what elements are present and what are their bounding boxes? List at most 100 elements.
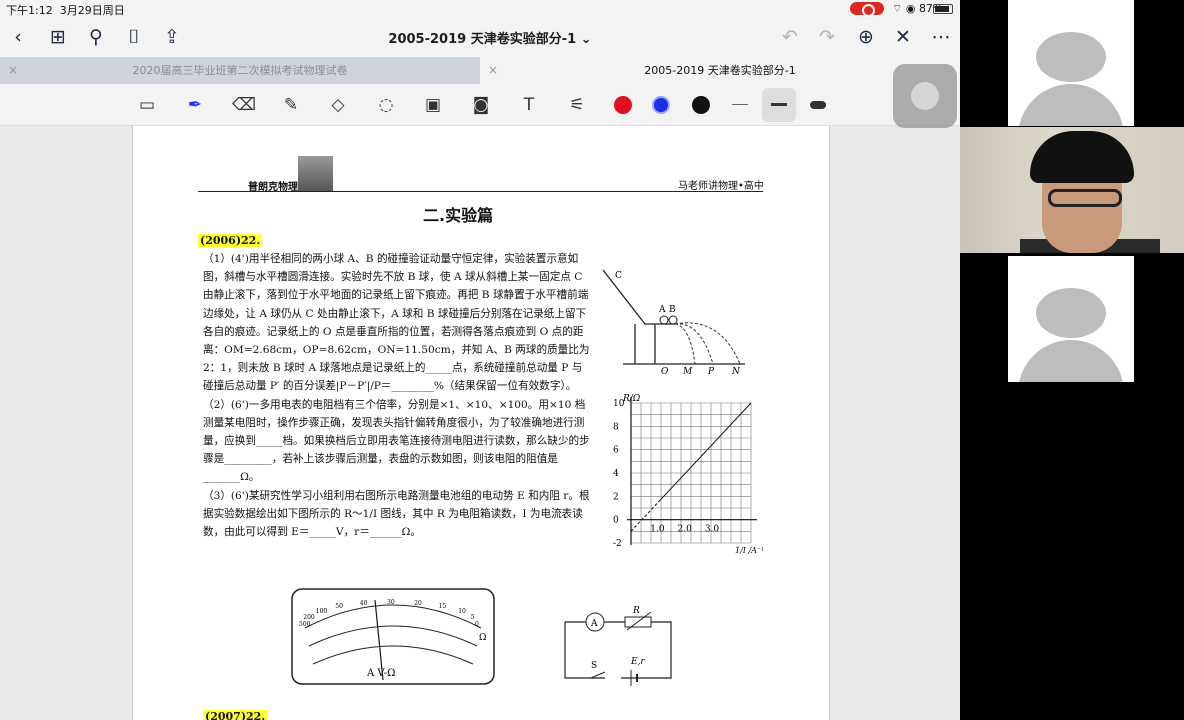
pen-icon[interactable]: ✒ (184, 94, 206, 116)
circuit-diagram-figure: A R S E,r (564, 606, 672, 686)
question-text: （1）(4')用半径相同的两小球 A、B 的碰撞验证动量守恒定律，实验装置示意如… (203, 250, 591, 541)
y-tick-label: 0 (613, 516, 619, 526)
participant-tile-1[interactable] (960, 0, 1184, 126)
chart-axes (627, 397, 757, 545)
tab-label: 2005-2019 天津卷实验部分-1 (644, 64, 796, 77)
label-c: C (615, 271, 622, 281)
year-label-2006: (2006)22. (198, 234, 263, 247)
year-label-2007: (2007)22. (203, 710, 268, 720)
image-icon[interactable]: ▣ (422, 94, 444, 116)
document-title[interactable]: 2005-2019 天津卷实验部分-1 ⌄ (380, 28, 600, 47)
camera-person-hair (1030, 131, 1134, 183)
text-icon[interactable]: T (518, 94, 540, 116)
add-page-icon[interactable]: ⊕ (854, 25, 878, 49)
chart-grid (630, 402, 752, 544)
dial-scale-label: 30 (387, 599, 395, 606)
tab-close-icon[interactable]: × (8, 57, 18, 84)
label-p: P (707, 367, 715, 376)
collision-apparatus-figure: C A B O M P N (602, 269, 745, 376)
redo-icon[interactable]: ↷ (815, 25, 839, 49)
participant-tile-2[interactable] (960, 256, 1184, 382)
y-tick-label: -2 (613, 539, 622, 549)
label-m: M (682, 367, 693, 376)
more-icon[interactable]: ⋯ (929, 25, 953, 49)
portrait-image (298, 156, 333, 192)
dial-scale-label: 40 (360, 600, 368, 607)
share-icon[interactable]: ⇪ (160, 25, 184, 49)
y-axis-label: R/Ω (622, 394, 641, 404)
floating-assist-button[interactable] (893, 64, 957, 128)
meter-label: A V-Ω (366, 668, 395, 679)
camera-feed-tile[interactable] (960, 127, 1184, 253)
y-tick-label: 8 (613, 422, 619, 432)
nav-bar: ‹ ⊞ ⚲ ⌷ ⇪ 2005-2019 天津卷实验部分-1 ⌄ ↶ ↷ ⊕ ✕ … (0, 17, 960, 57)
camera-icon[interactable]: ◙ (470, 94, 492, 116)
document-viewport[interactable]: 普朗克物理 马老师讲物理•高中 二.实验篇 (2006)22. （1）(4')用… (0, 126, 960, 720)
medium-stroke-option[interactable] (762, 88, 796, 122)
color-red-swatch[interactable] (614, 96, 632, 114)
resistor-label: R (632, 606, 640, 616)
dial-scale-label: 100 (316, 608, 328, 615)
read-mode-icon[interactable]: ▭ (136, 94, 158, 116)
y-tick-label: 4 (613, 469, 619, 479)
label-o: O (661, 367, 669, 376)
avatar-head-icon (1036, 288, 1106, 338)
avatar-head-icon (1036, 32, 1106, 82)
tab-tianjin-experiments[interactable]: × 2005-2019 天津卷实验部分-1 (480, 57, 960, 84)
highlighter-icon[interactable]: ✎ (280, 94, 302, 116)
x-tick-label: 1.0 (650, 525, 665, 535)
switch-label: S (591, 661, 597, 671)
header-rule (198, 191, 763, 192)
label-a: A (658, 305, 666, 315)
recording-icon (850, 2, 884, 17)
chevron-left-icon[interactable]: ‹ (6, 25, 30, 49)
multimeter-dial-figure: 50020010050 40 30 20 151050 Ω A V-Ω (291, 588, 495, 685)
pdf-page: 普朗克物理 马老师讲物理•高中 二.实验篇 (2006)22. （1）(4')用… (132, 126, 830, 720)
shapes-icon[interactable]: ◇ (327, 94, 349, 116)
dial-scale-label: 200 (303, 614, 315, 621)
status-bar: 下午1:12 3月29日周日 ⌔ ◉ 87% (0, 0, 960, 17)
x-axis-label: 1/I /A⁻¹ (735, 546, 763, 555)
series-line (657, 402, 752, 503)
status-date: 3月29日周日 (59, 4, 125, 17)
battery-label: E,r (630, 657, 645, 667)
avatar (1008, 0, 1134, 126)
eraser-icon[interactable]: ⌫ (232, 94, 256, 116)
x-tick-label: 2.0 (678, 525, 693, 535)
dial-scale-label: 50 (335, 603, 343, 610)
status-time: 下午1:12 (6, 4, 53, 17)
ammeter-label: A (590, 619, 598, 629)
omega-symbol: Ω (479, 633, 486, 643)
thin-stroke-option[interactable] (732, 104, 748, 105)
dial-scale-label: 20 (414, 600, 422, 607)
label-n: N (731, 367, 741, 376)
label-b: B (669, 305, 676, 315)
r-vs-inverse-i-chart: -202468101.0 2.0 3.0 R/Ω 1/I /A⁻¹ (613, 394, 763, 555)
color-blue-swatch[interactable] (652, 96, 670, 114)
battery-icon (933, 4, 953, 14)
undo-icon[interactable]: ↶ (778, 25, 802, 49)
search-icon[interactable]: ⚲ (84, 25, 108, 49)
bookmark-icon[interactable]: ⌷ (122, 25, 146, 49)
dial-scale-label: 500 (299, 621, 311, 628)
lasso-icon[interactable]: ◌ (375, 94, 397, 116)
chart-ticks: -202468101.0 2.0 3.0 (613, 399, 719, 549)
thick-stroke-option[interactable] (810, 101, 826, 109)
y-tick-label: 6 (613, 446, 619, 456)
section-title: 二.实验篇 (423, 206, 494, 225)
question-part-3: （3）(6')某研究性学习小组利用右图所示电路测量电池组的电动势 E 和内阻 r… (203, 489, 590, 539)
tab-close-icon[interactable]: × (488, 57, 498, 84)
pen-toolbar: ▭ ✒ ⌫ ✎ ◇ ◌ ▣ ◙ T ⚟ (0, 84, 960, 126)
dial-scale-label: 10 (458, 608, 466, 615)
status-time-date: 下午1:12 3月29日周日 (6, 2, 125, 18)
ipad-screen: 下午1:12 3月29日周日 ⌔ ◉ 87% ‹ ⊞ ⚲ ⌷ ⇪ 2005-20… (0, 0, 960, 720)
dial-scale-label: 0 (475, 621, 479, 628)
grid-icon[interactable]: ⊞ (46, 25, 70, 49)
laser-pointer-icon[interactable]: ⚟ (566, 94, 588, 116)
camera-person-glasses (1048, 189, 1122, 207)
color-black-swatch[interactable] (692, 96, 710, 114)
close-icon[interactable]: ✕ (891, 25, 915, 49)
tab-mock-exam[interactable]: × 2020届高三毕业班第二次模拟考试物理试卷 (0, 57, 480, 84)
dial-scale-label: 15 (439, 603, 447, 610)
avatar-body-icon (1018, 340, 1124, 382)
